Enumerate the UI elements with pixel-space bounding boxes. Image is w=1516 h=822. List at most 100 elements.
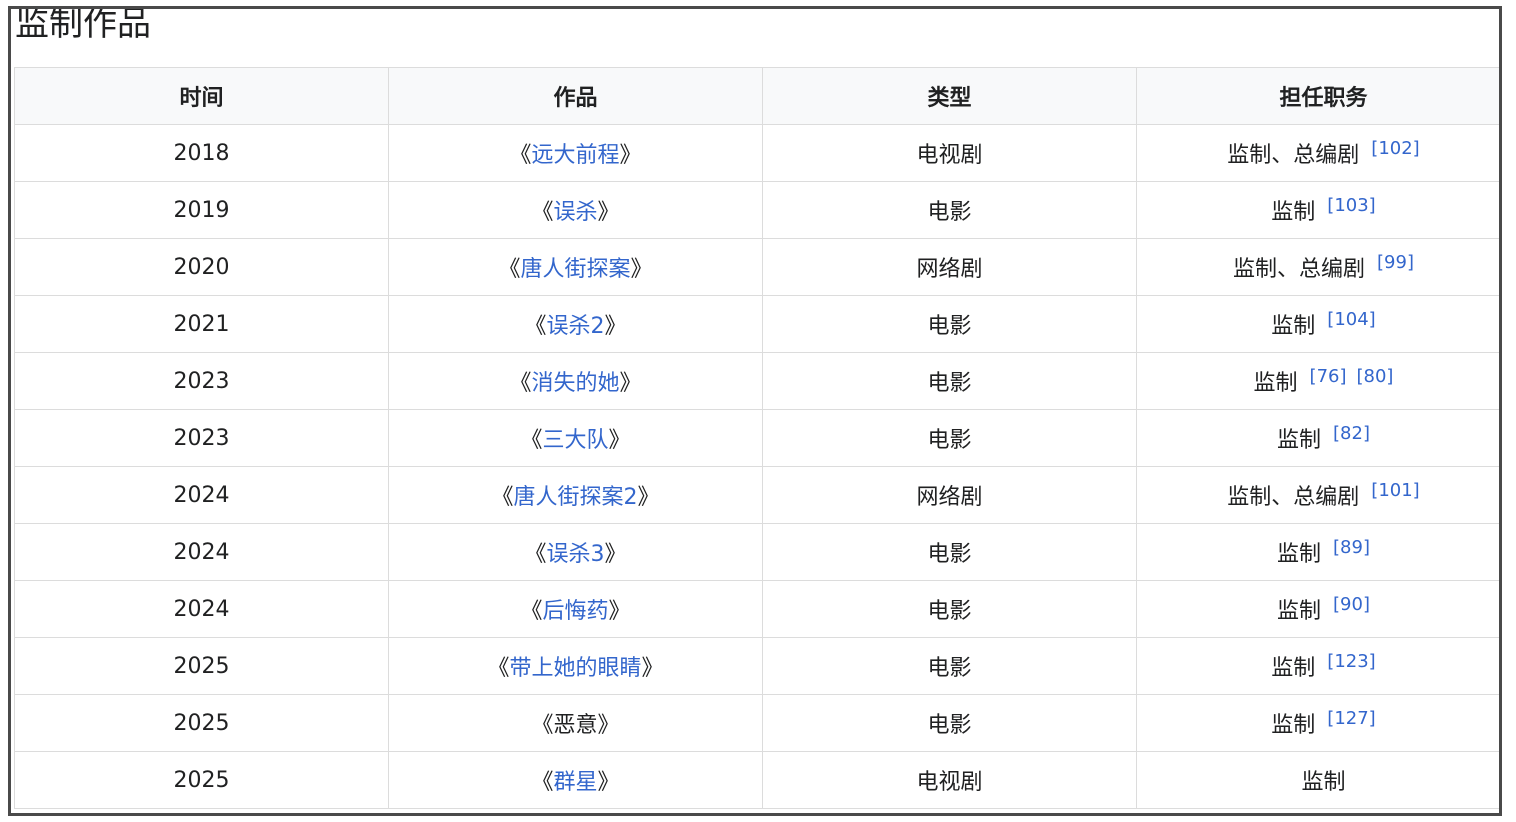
table-row: 2018 《远大前程》 电视剧 监制、总编剧 [102] [14, 124, 1499, 182]
cell-type: 电视剧 [762, 124, 1137, 182]
cell-year: 2024 [14, 466, 389, 524]
title-bracket-open: 《 [491, 485, 514, 510]
cell-type: 网络剧 [762, 238, 1137, 296]
citation-link[interactable]: [80] [1357, 366, 1394, 387]
role-text: 监制 [1301, 770, 1346, 795]
title-bracket-close: 》 [637, 485, 660, 510]
cell-type: 电影 [762, 580, 1137, 638]
work-title-link[interactable]: 远大前程 [531, 143, 619, 168]
cell-year: 2025 [14, 637, 389, 695]
cell-role: 监制 [104] [1136, 295, 1499, 353]
table-row: 2025 《群星》 电视剧 监制 [14, 751, 1499, 809]
role-text: 监制、总编剧 [1233, 257, 1366, 282]
cell-role: 监制、总编剧 [101] [1136, 466, 1499, 524]
cell-year: 2023 [14, 409, 389, 467]
title-bracket-open: 《 [520, 428, 543, 453]
cell-type: 电影 [762, 181, 1137, 239]
title-bracket-open: 《 [509, 143, 532, 168]
title-bracket-close: 》 [597, 200, 620, 225]
work-title-link[interactable]: 消失的她 [531, 371, 619, 396]
producer-works-table: 时间 作品 类型 担任职务 2018 《远大前程》 电视剧 监制、总编剧 [102] 20… [14, 67, 1499, 809]
title-bracket-close: 》 [597, 770, 620, 795]
title-bracket-close: 》 [604, 314, 627, 339]
citation-link[interactable]: [103] [1327, 195, 1375, 216]
header-year: 时间 [14, 67, 389, 125]
title-bracket-open: 《 [524, 542, 547, 567]
cell-work: 《消失的她》 [388, 352, 763, 410]
title-bracket-open: 《 [487, 656, 510, 681]
cell-year: 2025 [14, 694, 389, 752]
table-header-row: 时间 作品 类型 担任职务 [14, 67, 1499, 125]
work-title-link[interactable]: 三大队 [542, 428, 608, 453]
title-bracket-open: 《 [509, 371, 532, 396]
cell-work: 《带上她的眼睛》 [388, 637, 763, 695]
cell-work: 《群星》 [388, 751, 763, 809]
header-type: 类型 [762, 67, 1137, 125]
citation-link[interactable]: [90] [1333, 594, 1370, 615]
table-row: 2021 《误杀2》 电影 监制 [104] [14, 295, 1499, 353]
cell-role: 监制 [89] [1136, 523, 1499, 581]
cell-year: 2021 [14, 295, 389, 353]
work-title-link[interactable]: 带上她的眼睛 [509, 656, 641, 681]
citation-link[interactable]: [99] [1377, 252, 1414, 273]
table-row: 2019 《误杀》 电影 监制 [103] [14, 181, 1499, 239]
role-text: 监制 [1253, 371, 1298, 396]
citation-link[interactable]: [89] [1333, 537, 1370, 558]
citation-link[interactable]: [101] [1371, 480, 1419, 501]
work-title-link[interactable]: 误杀2 [547, 314, 605, 339]
work-title-link[interactable]: 后悔药 [542, 599, 608, 624]
cell-work: 《后悔药》 [388, 580, 763, 638]
title-bracket-open: 《 [520, 599, 543, 624]
citation-link[interactable]: [82] [1333, 423, 1370, 444]
work-title: 恶意 [553, 713, 598, 738]
cell-work: 《唐人街探案》 [388, 238, 763, 296]
title-bracket-open: 《 [524, 314, 547, 339]
title-bracket-close: 》 [597, 713, 620, 738]
role-text: 监制 [1271, 656, 1316, 681]
title-bracket-close: 》 [608, 599, 631, 624]
citation-link[interactable]: [127] [1327, 708, 1375, 729]
citation-link[interactable]: [76] [1310, 366, 1347, 387]
work-title-link[interactable]: 唐人街探案 [520, 257, 630, 282]
table-body: 2018 《远大前程》 电视剧 监制、总编剧 [102] 2019 《误杀》 电影 监制 [103… [14, 124, 1499, 809]
cell-type: 电视剧 [762, 751, 1137, 809]
cell-type: 电影 [762, 352, 1137, 410]
title-bracket-close: 》 [641, 656, 664, 681]
work-title-link[interactable]: 误杀 [553, 200, 597, 225]
cell-role: 监制 [123] [1136, 637, 1499, 695]
cell-type: 电影 [762, 409, 1137, 467]
role-text: 监制、总编剧 [1227, 143, 1360, 168]
table-row: 2023 《消失的她》 电影 监制 [76] [80] [14, 352, 1499, 410]
cell-type: 网络剧 [762, 466, 1137, 524]
section-title: 监制作品 [15, 6, 151, 44]
title-bracket-close: 》 [619, 371, 642, 396]
cell-role: 监制 [1136, 751, 1499, 809]
title-bracket-close: 》 [608, 428, 631, 453]
cell-role: 监制、总编剧 [102] [1136, 124, 1499, 182]
role-text: 监制 [1271, 200, 1316, 225]
cell-role: 监制、总编剧 [99] [1136, 238, 1499, 296]
role-text: 监制 [1277, 599, 1322, 624]
cell-year: 2023 [14, 352, 389, 410]
cell-year: 2019 [14, 181, 389, 239]
cell-role: 监制 [127] [1136, 694, 1499, 752]
cell-work: 《三大队》 [388, 409, 763, 467]
work-title-link[interactable]: 唐人街探案2 [514, 485, 638, 510]
cell-year: 2024 [14, 523, 389, 581]
role-text: 监制 [1277, 428, 1322, 453]
citation-link[interactable]: [123] [1327, 651, 1375, 672]
citation-link[interactable]: [102] [1371, 138, 1419, 159]
cell-year: 2025 [14, 751, 389, 809]
title-bracket-open: 《 [498, 257, 521, 282]
work-title-link[interactable]: 误杀3 [547, 542, 605, 567]
cell-year: 2024 [14, 580, 389, 638]
cell-type: 电影 [762, 295, 1137, 353]
title-bracket-close: 》 [630, 257, 653, 282]
table-row: 2023 《三大队》 电影 监制 [82] [14, 409, 1499, 467]
citation-link[interactable]: [104] [1327, 309, 1375, 330]
role-text: 监制 [1271, 713, 1316, 738]
table-row: 2025 《带上她的眼睛》 电影 监制 [123] [14, 637, 1499, 695]
work-title-link[interactable]: 群星 [553, 770, 597, 795]
cell-role: 监制 [76] [80] [1136, 352, 1499, 410]
header-role: 担任职务 [1136, 67, 1499, 125]
